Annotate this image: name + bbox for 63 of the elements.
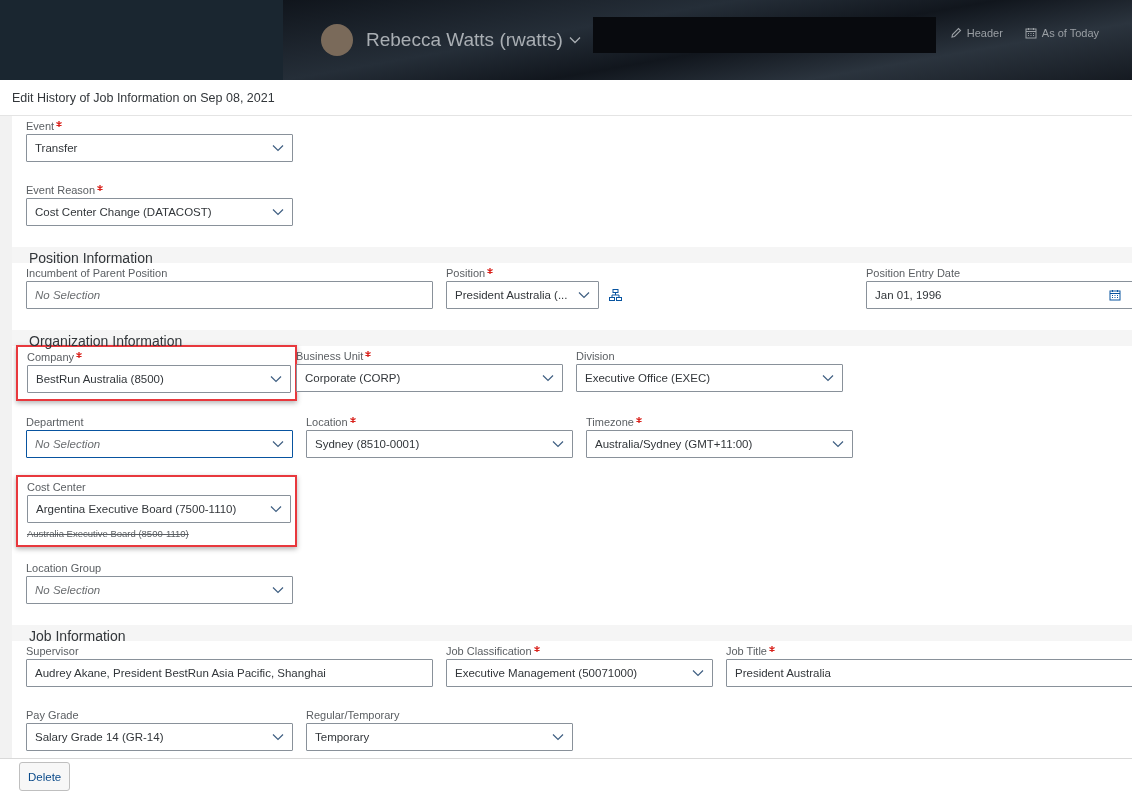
previous-value: Australia Executive Board (8500-1110) bbox=[27, 528, 190, 539]
text-field[interactable]: No Selection bbox=[26, 281, 433, 309]
text-field[interactable]: President Australia bbox=[726, 659, 1132, 687]
delete-button[interactable]: Delete bbox=[19, 762, 71, 791]
toolbar-button[interactable]: As of Today bbox=[1024, 27, 1100, 39]
field-value: Transfer bbox=[35, 142, 79, 154]
placeholder-text: No Selection bbox=[35, 289, 102, 301]
section-title: Position Information bbox=[29, 250, 153, 266]
dropdown[interactable]: Corporate (CORP) bbox=[296, 364, 563, 392]
user-name[interactable]: Rebecca Watts (rwatts) bbox=[366, 29, 563, 51]
field-label: Division bbox=[576, 350, 615, 363]
dropdown[interactable]: Cost Center Change (DATACOST) bbox=[26, 198, 293, 226]
field-label: Job Classification bbox=[446, 645, 532, 658]
field-value: President Australia (... bbox=[455, 289, 569, 301]
field-label: Location bbox=[306, 416, 348, 429]
field-label: Supervisor bbox=[26, 645, 79, 658]
field-value: Australia/Sydney (GMT+11:00) bbox=[595, 438, 754, 450]
dropdown[interactable]: Argentina Executive Board (7500-1110) bbox=[27, 495, 291, 523]
dropdown[interactable]: Executive Management (50071000) bbox=[446, 659, 713, 687]
field-value: Executive Management (50071000) bbox=[455, 667, 639, 679]
dialog-title: Edit History of Job Information on Sep 08, 2021 bbox=[12, 90, 275, 105]
field-label: Location Group bbox=[26, 562, 102, 575]
dropdown[interactable]: Salary Grade 14 (GR-14) bbox=[26, 723, 293, 751]
field-value: Argentina Executive Board (7500-1110) bbox=[36, 503, 238, 515]
field-label: Position bbox=[446, 267, 486, 280]
dropdown[interactable]: Transfer bbox=[26, 134, 293, 162]
field-value: Corporate (CORP) bbox=[305, 372, 402, 384]
field-value: Cost Center Change (DATACOST) bbox=[35, 206, 213, 218]
dropdown[interactable]: Australia/Sydney (GMT+11:00) bbox=[586, 430, 853, 458]
placeholder-text: No Selection bbox=[35, 584, 102, 596]
field-value: Jan 01, 1996 bbox=[875, 289, 943, 301]
field-label: Business Unit bbox=[296, 350, 364, 363]
field-label: Pay Grade bbox=[26, 709, 79, 722]
field-label: Cost Center bbox=[27, 481, 86, 494]
section-title: Job Information bbox=[29, 628, 126, 644]
field-label: Event bbox=[26, 120, 55, 133]
field-label: Position Entry Date bbox=[866, 267, 961, 280]
dropdown[interactable]: Temporary bbox=[306, 723, 573, 751]
field-value: BestRun Australia (8500) bbox=[36, 373, 165, 385]
field-label: Company bbox=[27, 351, 75, 364]
field-label: Job Title bbox=[726, 645, 767, 658]
dropdown[interactable]: BestRun Australia (8500) bbox=[27, 365, 291, 393]
date-field[interactable]: Jan 01, 1996 bbox=[866, 281, 1132, 309]
placeholder-text: No Selection bbox=[35, 438, 102, 450]
dropdown[interactable]: Sydney (8510-0001) bbox=[306, 430, 573, 458]
field-value: Sydney (8510-0001) bbox=[315, 438, 421, 450]
field-value: Audrey Akane, President BestRun Asia Pacific, Shanghai bbox=[35, 667, 327, 679]
field-value: Temporary bbox=[315, 731, 371, 743]
dropdown[interactable]: No Selection bbox=[26, 576, 293, 604]
text-field[interactable]: Audrey Akane, President BestRun Asia Pacific, Shanghai bbox=[26, 659, 433, 687]
field-value: Salary Grade 14 (GR-14) bbox=[35, 731, 165, 743]
field-label: Regular/Temporary bbox=[306, 709, 400, 722]
field-label: Event Reason bbox=[26, 184, 96, 197]
field-label: Timezone bbox=[586, 416, 634, 429]
section-title: Organization Information bbox=[29, 333, 183, 349]
dropdown[interactable]: President Australia (... bbox=[446, 281, 599, 309]
field-value: President Australia bbox=[735, 667, 832, 679]
field-value: Executive Office (EXEC) bbox=[585, 372, 712, 384]
toolbar-button[interactable]: Header bbox=[949, 27, 1003, 39]
dropdown[interactable]: Executive Office (EXEC) bbox=[576, 364, 843, 392]
dropdown[interactable]: No Selection bbox=[26, 430, 293, 458]
field-label: Department bbox=[26, 416, 84, 429]
field-label: Incumbent of Parent Position bbox=[26, 267, 168, 280]
